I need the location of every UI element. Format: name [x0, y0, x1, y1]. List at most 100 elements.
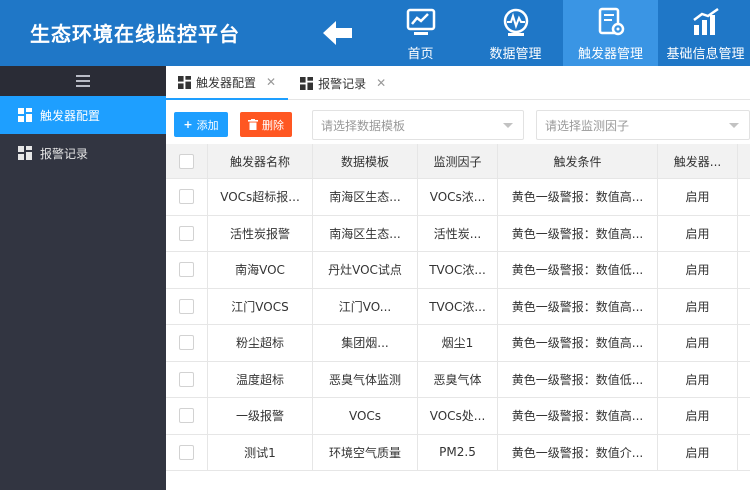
- table-row[interactable]: 粉尘超标 集团烟... 烟尘1 黄色一级警报：数值高... 启用: [166, 325, 750, 362]
- table-cell: VOCs浓...: [418, 179, 498, 215]
- trash-icon: [248, 119, 258, 130]
- table-cell: [738, 362, 750, 398]
- table-cell: 黄色一级警报：数值高...: [498, 398, 658, 434]
- row-checkbox[interactable]: [179, 189, 194, 205]
- caret-down-icon: [503, 123, 513, 128]
- row-checkbox-cell: [166, 215, 208, 251]
- tab-trigger-config[interactable]: 触发器配置 ✕: [166, 66, 289, 100]
- select-all-checkbox[interactable]: [179, 153, 194, 169]
- table-cell: 启用: [658, 434, 738, 470]
- table-cell: VOCs超标报...: [208, 179, 313, 215]
- menu-toggle[interactable]: [0, 66, 166, 96]
- nav-item-trigger-management[interactable]: 触发器管理: [563, 0, 658, 66]
- table-cell: [738, 216, 750, 252]
- delete-button-label: 删除: [262, 118, 284, 132]
- nav-label: 首页: [407, 47, 434, 62]
- bar-chart-icon: [692, 7, 719, 35]
- row-checkbox[interactable]: [179, 371, 194, 387]
- table-cell: 启用: [658, 325, 738, 361]
- row-checkbox[interactable]: [179, 225, 194, 241]
- row-checkbox[interactable]: [179, 408, 194, 424]
- table-row[interactable]: 江门VOCS 江门VO... TVOC浓... 黄色一级警报：数值高... 启用: [166, 288, 750, 325]
- row-checkbox-cell: [166, 252, 208, 288]
- table-cell: 活性炭...: [418, 215, 498, 251]
- nav-item-basic-info-management[interactable]: 基础信息管理: [658, 0, 750, 66]
- sidebar-item-trigger-config[interactable]: 触发器配置: [0, 96, 166, 134]
- header-cell[interactable]: 监测因子: [418, 144, 498, 178]
- table-cell: 黄色一级警报：数值介...: [498, 434, 658, 470]
- table-cell: 启用: [658, 179, 738, 215]
- close-icon[interactable]: ✕: [266, 75, 276, 89]
- close-icon[interactable]: ✕: [376, 76, 386, 90]
- table-cell: 江门VOCS: [208, 288, 313, 324]
- chart-monitor-icon: [406, 8, 435, 35]
- header-cell[interactable]: 触发条件: [498, 144, 658, 178]
- sidebar-item-alarm-records[interactable]: 报警记录: [0, 134, 166, 172]
- row-checkbox[interactable]: [179, 335, 194, 351]
- table-row[interactable]: 测试1 环境空气质量 PM2.5 黄色一级警报：数值介... 启用: [166, 434, 750, 471]
- table-cell: 启用: [658, 215, 738, 251]
- nav-label: 基础信息管理: [666, 47, 745, 62]
- table-cell: 南海区生态...: [313, 179, 418, 215]
- header-cell[interactable]: 数据模板: [313, 144, 418, 178]
- table-cell: VOCs: [313, 398, 418, 434]
- header-cell[interactable]: 触发器名称: [208, 144, 313, 178]
- data-template-select[interactable]: 请选择数据模板: [312, 110, 524, 140]
- nav-item-data-management[interactable]: 数据管理: [468, 0, 563, 66]
- dashboard-icon: [178, 75, 191, 89]
- header-cell: [738, 144, 750, 178]
- dashboard-icon: [18, 108, 32, 122]
- row-checkbox-cell: [166, 361, 208, 397]
- table-cell: 环境空气质量: [313, 434, 418, 470]
- table-row[interactable]: 温度超标 恶臭气体监测 恶臭气体 黄色一级警报：数值低... 启用: [166, 361, 750, 398]
- table-cell: 黄色一级警报：数值高...: [498, 288, 658, 324]
- table-cell: 恶臭气体监测: [313, 361, 418, 397]
- table-cell: [738, 435, 750, 471]
- row-checkbox-cell: [166, 179, 208, 215]
- row-checkbox[interactable]: [179, 298, 194, 314]
- table-row[interactable]: 一级报警 VOCs VOCs处... 黄色一级警报：数值高... 启用: [166, 398, 750, 435]
- header-cell-checkbox: [166, 144, 208, 178]
- add-button-label: 添加: [196, 118, 219, 132]
- table-cell: 活性炭报警: [208, 215, 313, 251]
- caret-down-icon: [729, 123, 739, 128]
- monitor-factor-select[interactable]: 请选择监测因子: [536, 110, 750, 140]
- table-cell: 粉尘超标: [208, 325, 313, 361]
- nav-item-home[interactable]: 首页: [373, 0, 468, 66]
- gauge-icon: [503, 8, 528, 36]
- nav-label: 数据管理: [489, 47, 542, 62]
- select-placeholder: 请选择监测因子: [545, 118, 630, 133]
- table-cell: 江门VO...: [313, 288, 418, 324]
- table-cell: TVOC浓...: [418, 252, 498, 288]
- delete-button[interactable]: 删除: [240, 112, 292, 137]
- header-cell[interactable]: 触发器...: [658, 144, 738, 178]
- top-header: 生态环境在线监控平台 首页 数据管理 触发器管理 基础信息管理: [0, 0, 750, 66]
- table-cell: 恶臭气体: [418, 361, 498, 397]
- row-checkbox-cell: [166, 398, 208, 434]
- table-row[interactable]: VOCs超标报... 南海区生态... VOCs浓... 黄色一级警报：数值高... 启…: [166, 179, 750, 216]
- table-cell: 启用: [658, 398, 738, 434]
- plus-icon: +: [183, 118, 193, 131]
- table-row[interactable]: 南海VOC 丹灶VOC试点 TVOC浓... 黄色一级警报：数值低... 启用: [166, 252, 750, 289]
- tab-label: 触发器配置: [196, 75, 257, 90]
- row-checkbox[interactable]: [179, 262, 194, 278]
- table-cell: 启用: [658, 361, 738, 397]
- sidebar-item-label: 报警记录: [40, 146, 89, 161]
- add-button[interactable]: + 添加: [174, 112, 228, 137]
- table-row[interactable]: 活性炭报警 南海区生态... 活性炭... 黄色一级警报：数值高... 启用: [166, 215, 750, 252]
- tab-bar: 触发器配置 ✕ 报警记录 ✕: [166, 66, 750, 100]
- app-title: 生态环境在线监控平台: [30, 22, 240, 46]
- tab-alarm-records[interactable]: 报警记录 ✕: [288, 66, 398, 100]
- table-cell: 丹灶VOC试点: [313, 252, 418, 288]
- table-cell: 黄色一级警报：数值低...: [498, 361, 658, 397]
- table-cell: 集团烟...: [313, 325, 418, 361]
- dashboard-icon: [300, 76, 314, 90]
- table-cell: 黄色一级警报：数值高...: [498, 215, 658, 251]
- back-arrow-icon[interactable]: [323, 20, 353, 46]
- nav-label: 触发器管理: [577, 47, 643, 62]
- row-checkbox[interactable]: [179, 444, 194, 460]
- table-cell: 南海区生态...: [313, 215, 418, 251]
- top-nav: 首页 数据管理 触发器管理 基础信息管理: [373, 0, 750, 66]
- table-cell: VOCs处...: [418, 398, 498, 434]
- toolbar: + 添加 删除 请选择数据模板 请选择监测因子: [166, 110, 750, 140]
